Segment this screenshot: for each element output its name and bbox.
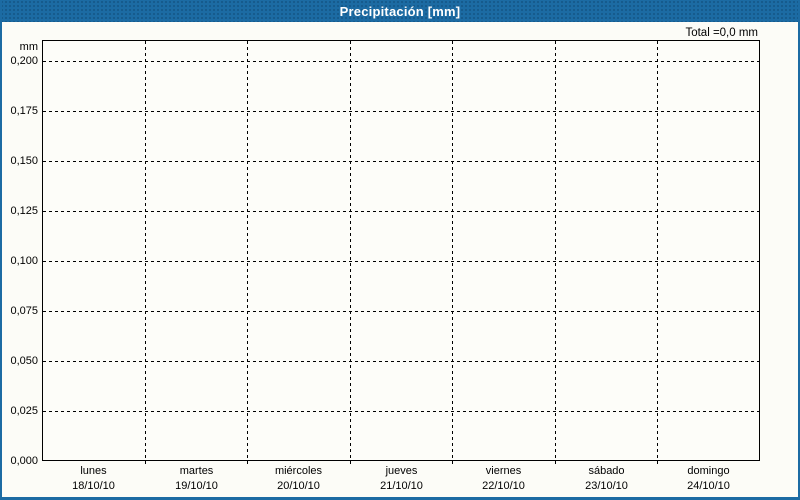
day-name: martes bbox=[179, 465, 214, 477]
x-axis-day-label: viernes 22/10/10 bbox=[452, 464, 555, 494]
precipitation-chart-window: Precipitación [mm] Total =0,0 mm mm 0,20… bbox=[0, 0, 800, 500]
x-axis-day-label: jueves 21/10/10 bbox=[350, 464, 453, 494]
chart-title: Precipitación [mm] bbox=[339, 3, 461, 19]
day-name: jueves bbox=[385, 465, 418, 477]
y-tick-label: 0,075 bbox=[10, 305, 38, 317]
day-date: 22/10/10 bbox=[482, 480, 525, 492]
gridline-horizontal bbox=[43, 311, 759, 312]
y-tick-label: 0,150 bbox=[10, 155, 38, 167]
plot-area bbox=[42, 40, 760, 461]
x-axis-day-label: martes 19/10/10 bbox=[145, 464, 248, 494]
gridline-horizontal bbox=[43, 161, 759, 162]
gridline-vertical bbox=[657, 41, 658, 460]
day-date: 19/10/10 bbox=[175, 480, 218, 492]
frame-border-left bbox=[0, 0, 2, 500]
gridline-vertical bbox=[452, 41, 453, 460]
y-tick-label: 0,125 bbox=[10, 205, 38, 217]
gridline-vertical bbox=[145, 41, 146, 460]
day-name: miércoles bbox=[274, 465, 323, 477]
y-tick-label: 0,200 bbox=[10, 55, 38, 67]
y-tick-label: 0,025 bbox=[10, 405, 38, 417]
day-date: 24/10/10 bbox=[687, 480, 730, 492]
x-axis-day-label: domingo 24/10/10 bbox=[657, 464, 760, 494]
gridline-horizontal bbox=[43, 361, 759, 362]
y-tick-label: 0,175 bbox=[10, 105, 38, 117]
gridline-vertical bbox=[247, 41, 248, 460]
y-tick-label: 0,050 bbox=[10, 355, 38, 367]
gridline-horizontal bbox=[43, 261, 759, 262]
y-axis-unit-label: mm bbox=[19, 41, 38, 53]
y-tick-label: 0,000 bbox=[10, 455, 38, 467]
day-name: sábado bbox=[588, 465, 625, 477]
x-axis-day-label: lunes 18/10/10 bbox=[42, 464, 145, 494]
day-date: 20/10/10 bbox=[277, 480, 320, 492]
x-axis-day-label: miércoles 20/10/10 bbox=[247, 464, 350, 494]
day-name: domingo bbox=[687, 465, 730, 477]
day-date: 23/10/10 bbox=[585, 480, 628, 492]
gridline-horizontal bbox=[43, 211, 759, 212]
gridline-horizontal bbox=[43, 111, 759, 112]
x-axis-day-label: sábado 23/10/10 bbox=[555, 464, 658, 494]
day-name: lunes bbox=[80, 465, 107, 477]
y-tick-label: 0,100 bbox=[10, 255, 38, 267]
day-name: viernes bbox=[485, 465, 522, 477]
total-precipitation-label: Total =0,0 mm bbox=[685, 27, 758, 39]
gridline-horizontal bbox=[43, 61, 759, 62]
day-date: 21/10/10 bbox=[380, 480, 423, 492]
gridline-vertical bbox=[350, 41, 351, 460]
chart-title-bar: Precipitación [mm] bbox=[0, 0, 800, 22]
gridline-horizontal bbox=[43, 411, 759, 412]
day-date: 18/10/10 bbox=[72, 480, 115, 492]
gridline-vertical bbox=[555, 41, 556, 460]
